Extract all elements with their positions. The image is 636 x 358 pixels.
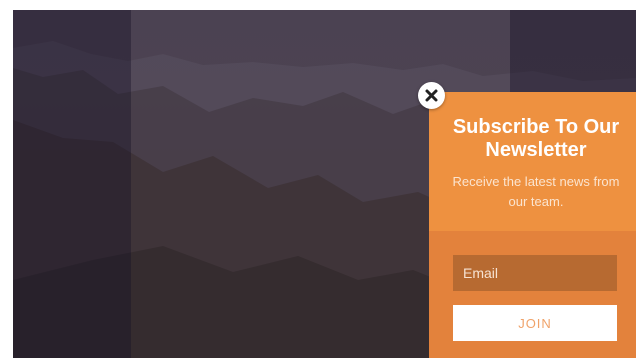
close-icon	[425, 89, 438, 102]
email-field[interactable]	[453, 255, 617, 291]
newsletter-popup: Subscribe To Our Newsletter Receive the …	[429, 92, 636, 358]
close-button[interactable]	[418, 82, 445, 109]
left-dark-overlay	[13, 10, 131, 358]
popup-title: Subscribe To Our Newsletter	[452, 116, 620, 161]
popup-subtitle: Receive the latest news from our team.	[452, 174, 620, 209]
join-button[interactable]: JOIN	[453, 305, 617, 341]
popup-header: Subscribe To Our Newsletter Receive the …	[429, 92, 636, 231]
